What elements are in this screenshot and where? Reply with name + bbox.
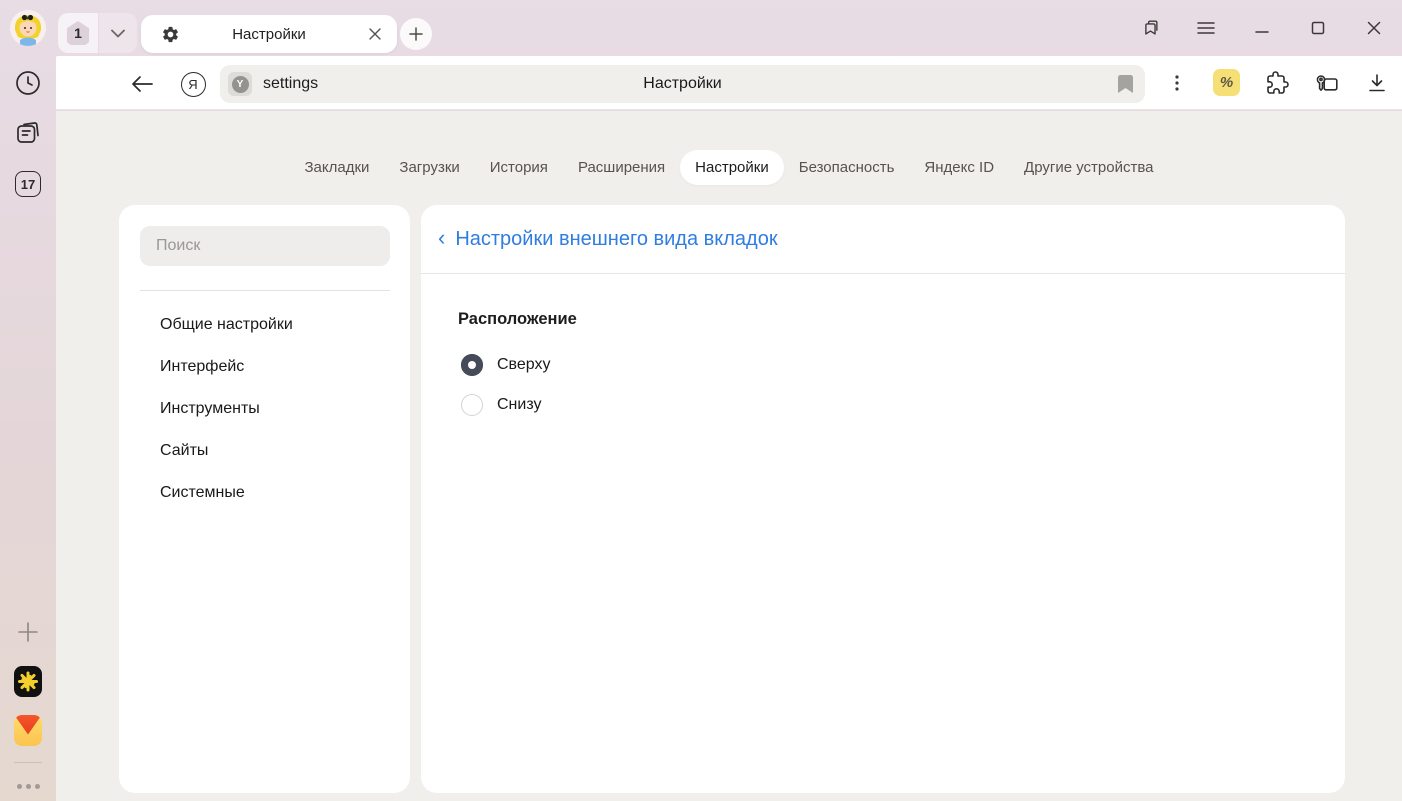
radio-top-icon[interactable] [461, 354, 483, 376]
tabs-chevron-down-icon[interactable] [99, 13, 137, 53]
sidebar-item-interface[interactable]: Интерфейс [119, 346, 410, 388]
downloads-icon[interactable] [1363, 69, 1390, 96]
yandex-app-icon[interactable] [14, 667, 42, 695]
extensions-puzzle-icon[interactable] [1263, 69, 1290, 96]
header-divider [421, 273, 1345, 274]
sidebar-divider [140, 290, 390, 291]
feed-notes-icon[interactable] [14, 119, 42, 147]
sidebar-item-system[interactable]: Системные [119, 472, 410, 514]
new-tab-plus-icon[interactable] [400, 18, 432, 50]
toolbar-right-icons: % [1163, 69, 1390, 96]
back-arrow-icon[interactable] [129, 71, 155, 97]
browser-tab-settings[interactable]: Настройки [141, 15, 397, 53]
nav-tab-other-devices[interactable]: Другие устройства [1009, 150, 1168, 185]
tab-strip: 1 Настройки [0, 0, 1402, 56]
address-bar[interactable]: Y settings Настройки [220, 65, 1145, 103]
bookmarks-panel-icon[interactable] [1136, 12, 1164, 44]
settings-sidebar-panel: Общие настройки Интерфейс Инструменты Са… [119, 205, 410, 793]
browser-toolbar: Я Y settings Настройки % [56, 56, 1402, 110]
subsection-title: Расположение [458, 310, 577, 329]
url-text: settings [263, 75, 318, 93]
tab-counter-button[interactable]: 1 [58, 13, 98, 53]
settings-nav-tabs: Закладки Загрузки История Расширения Нас… [56, 148, 1402, 186]
rail-divider [14, 762, 42, 763]
radio-option-top[interactable]: Сверху [461, 345, 551, 385]
promo-percent-icon[interactable]: % [1213, 69, 1240, 96]
section-header-title: Настройки внешнего вида вкладок [455, 228, 777, 251]
kebab-menu-icon[interactable] [1163, 69, 1190, 96]
minimize-icon[interactable] [1248, 12, 1276, 44]
nav-tab-security[interactable]: Безопасность [784, 150, 910, 185]
window-controls [1136, 8, 1392, 48]
tab-counter-shield: 1 [66, 21, 90, 45]
radio-option-bottom[interactable]: Снизу [461, 385, 551, 425]
search-input[interactable] [140, 226, 390, 266]
nav-tab-yandex-id[interactable]: Яндекс ID [909, 150, 1009, 185]
yandex-logo-letter: Я [181, 72, 206, 97]
maximize-icon[interactable] [1304, 12, 1332, 44]
tab-close-icon[interactable] [363, 22, 387, 46]
sidebar-item-sites[interactable]: Сайты [119, 430, 410, 472]
back-chevron-icon: ‹ [438, 227, 445, 249]
sidebar-sections-list: Общие настройки Интерфейс Инструменты Са… [119, 304, 410, 514]
nav-tab-history[interactable]: История [475, 150, 563, 185]
user-avatar[interactable] [10, 10, 46, 46]
nav-tab-downloads[interactable]: Загрузки [384, 150, 474, 185]
radio-bottom-icon[interactable] [461, 394, 483, 416]
nav-tab-extensions[interactable]: Расширения [563, 150, 680, 185]
bookmark-filled-icon[interactable] [1114, 73, 1136, 95]
password-manager-icon[interactable] [1313, 69, 1340, 96]
tab-position-radio-group: Сверху Снизу [461, 345, 551, 425]
history-clock-icon[interactable] [14, 69, 42, 97]
add-panel-plus-icon[interactable] [14, 618, 42, 646]
sidebar-item-general[interactable]: Общие настройки [119, 304, 410, 346]
yandex-home-icon[interactable]: Я [180, 71, 206, 97]
mail-app-icon[interactable] [14, 716, 42, 744]
section-back-header[interactable]: ‹ Настройки внешнего вида вкладок [421, 205, 1345, 273]
settings-main-panel: ‹ Настройки внешнего вида вкладок Распол… [421, 205, 1345, 793]
nav-tab-settings[interactable]: Настройки [680, 150, 784, 185]
sidebar-item-tools[interactable]: Инструменты [119, 388, 410, 430]
avatar-illustration [10, 10, 46, 46]
left-sidebar-rail: 17 [0, 56, 56, 801]
tab-title: Настройки [141, 26, 397, 43]
more-dots-icon[interactable] [14, 772, 42, 800]
calendar-date-icon[interactable]: 17 [14, 170, 42, 198]
site-shield-icon[interactable]: Y [228, 72, 252, 96]
nav-tab-bookmarks[interactable]: Закладки [289, 150, 384, 185]
menu-hamburger-icon[interactable] [1192, 12, 1220, 44]
close-window-icon[interactable] [1360, 12, 1388, 44]
omnibox-page-title: Настройки [220, 75, 1145, 93]
